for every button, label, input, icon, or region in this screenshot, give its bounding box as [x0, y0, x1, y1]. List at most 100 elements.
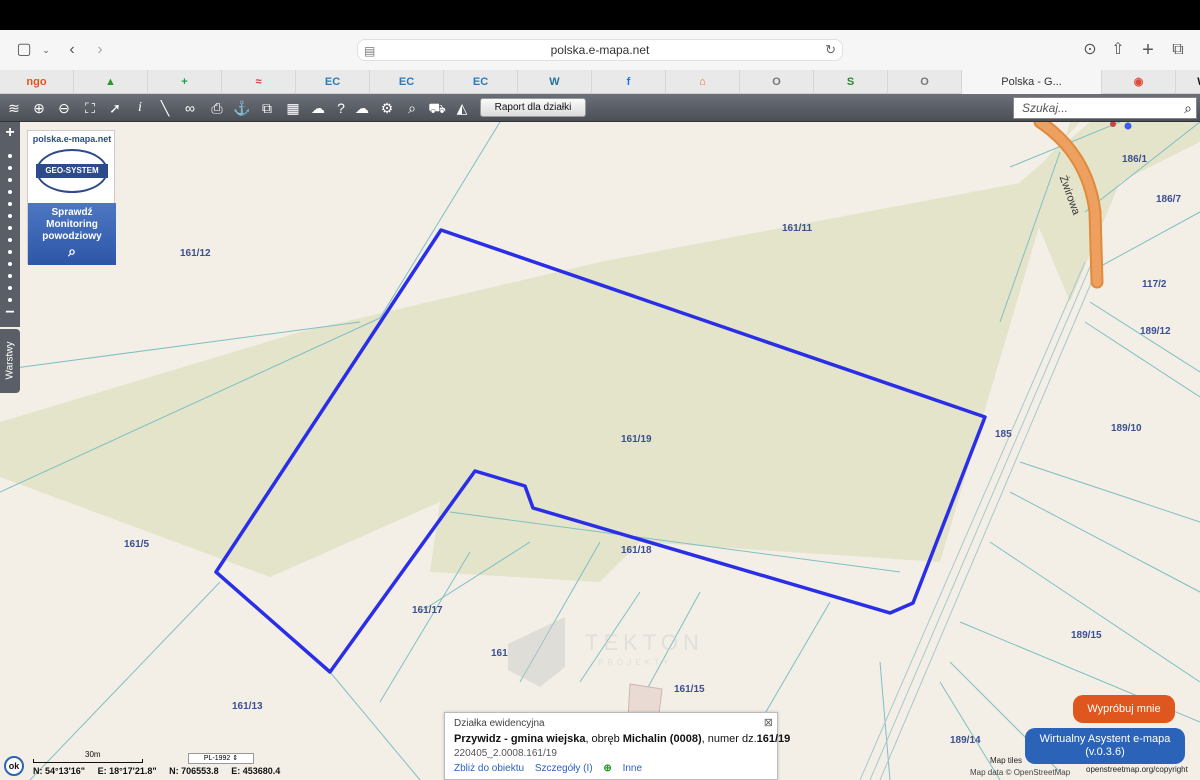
parcel-label[interactable]: 161/11 [782, 223, 812, 234]
measure-icon[interactable]: ╲ [155, 98, 175, 118]
pointer-icon[interactable]: ➚ [105, 98, 125, 118]
parcel-label[interactable]: 161/18 [621, 545, 652, 556]
anchor-icon[interactable]: ⚓ [232, 98, 252, 118]
zoom-slider[interactable]: + − [0, 122, 20, 327]
tab-2[interactable]: + [148, 70, 222, 94]
virtual-assistant-button[interactable]: Wirtualny Asystent e-mapa (v.0.3.6) [1025, 728, 1185, 764]
map-canvas[interactable]: Żwirowa TEKTON PROJEKTY 161/12 161/11 18… [0, 122, 1200, 780]
tab-10[interactable]: O [740, 70, 814, 94]
tab-7[interactable]: W [518, 70, 592, 94]
back-icon[interactable]: ‹ [62, 40, 82, 60]
other-link[interactable]: Inne [623, 763, 642, 774]
layers-panel-toggle[interactable]: Warstwy [0, 329, 20, 393]
osm-copyright-link[interactable]: openstreetmap.org/copyright [1086, 765, 1188, 774]
close-icon[interactable]: ⊠ [764, 716, 773, 729]
tab-11[interactable]: S [814, 70, 888, 94]
parcel-label[interactable]: 161 [491, 648, 508, 659]
layers-icon[interactable]: ≋ [4, 98, 24, 118]
share-icon[interactable]: ⇧ [1108, 40, 1128, 60]
zoom-tick[interactable] [8, 190, 12, 194]
map-svg [0, 122, 1200, 780]
parcel-label[interactable]: 189/14 [950, 735, 981, 746]
parcel-label[interactable]: 186/1 [1122, 154, 1147, 165]
tab-favicon: ≈ [255, 76, 262, 88]
export-icon[interactable]: ⧉ [257, 98, 277, 118]
cloud-upload-icon[interactable]: ☁ [352, 98, 372, 118]
tab-14[interactable]: ◉ [1102, 70, 1176, 94]
ok-button[interactable]: ok [4, 756, 24, 776]
parcel-label[interactable]: 189/15 [1071, 630, 1102, 641]
help-icon[interactable]: ? [331, 98, 351, 118]
parcel-label[interactable]: 161/19 [621, 434, 652, 445]
new-tab-icon[interactable]: + [1138, 40, 1158, 60]
parcel-label[interactable]: 161/15 [674, 684, 705, 695]
parcel-label[interactable]: 189/10 [1111, 423, 1142, 434]
comment-icon[interactable]: ☁ [308, 98, 328, 118]
tab-5[interactable]: EC [370, 70, 444, 94]
zoom-in-icon[interactable]: ⊕ [29, 98, 49, 118]
zoom-plus-icon[interactable]: + [0, 124, 20, 142]
parcel-label[interactable]: 161/5 [124, 539, 149, 550]
crs-select[interactable]: PL-1992 ⇕ [188, 753, 254, 764]
plus-icon[interactable]: ⊕ [603, 763, 611, 774]
info-icon[interactable]: i [130, 98, 150, 118]
tab-6[interactable]: EC [444, 70, 518, 94]
tab-4[interactable]: EC [296, 70, 370, 94]
tab-0[interactable]: ngo [0, 70, 74, 94]
search-tool-icon[interactable]: ⌕ [402, 98, 422, 118]
tab-13[interactable]: Polska - G... [962, 70, 1102, 94]
tab-3[interactable]: ≈ [222, 70, 296, 94]
url-text: polska.e-mapa.net [550, 43, 650, 57]
tab-1[interactable]: ▲ [74, 70, 148, 94]
zoom-tick[interactable] [8, 178, 12, 182]
zoom-minus-icon[interactable]: − [0, 304, 20, 322]
zoom-tick[interactable] [8, 166, 12, 170]
zoom-tick[interactable] [8, 226, 12, 230]
zoom-tick[interactable] [8, 250, 12, 254]
tab-12[interactable]: O [888, 70, 962, 94]
zoom-extent-icon[interactable]: ⛶ [80, 98, 100, 118]
print-icon[interactable]: ⎙ [207, 98, 227, 118]
reload-icon[interactable]: ↻ [825, 40, 836, 60]
zoom-out-icon[interactable]: ⊖ [54, 98, 74, 118]
cart-icon[interactable]: ⛟ [427, 98, 447, 118]
sidebar-toggle-icon[interactable]: ▢ [14, 40, 34, 60]
zoom-tick[interactable] [8, 274, 12, 278]
parcel-label[interactable]: 186/7 [1156, 194, 1181, 205]
zoom-tick[interactable] [8, 202, 12, 206]
parcel-label[interactable]: 161/12 [180, 248, 211, 259]
triangle-icon[interactable]: ◭ [452, 98, 472, 118]
zoom-tick[interactable] [8, 262, 12, 266]
tab-overview-icon[interactable]: ⧉ [1168, 40, 1188, 60]
tab-8[interactable]: f [592, 70, 666, 94]
window-icon[interactable]: ▦ [283, 98, 303, 118]
zoom-tick[interactable] [8, 286, 12, 290]
tab-9[interactable]: ⌂ [666, 70, 740, 94]
parcel-number: 161/19 [756, 733, 791, 745]
zoom-tick[interactable] [8, 154, 12, 158]
settings-icon[interactable]: ⚙ [377, 98, 397, 118]
link-icon[interactable]: ∞ [180, 98, 200, 118]
tab-15[interactable]: W [1176, 70, 1200, 94]
parcel-label[interactable]: 117/2 [1142, 279, 1166, 290]
details-link[interactable]: Szczegóły (I) [535, 763, 593, 774]
search-input[interactable]: Szukaj... ⌕ [1013, 97, 1197, 119]
zoom-tick[interactable] [8, 238, 12, 242]
geo-system-logo[interactable]: polska.e-mapa.net GEO-SYSTEM Sprawdź Mon… [27, 130, 116, 265]
parcel-label[interactable]: 189/12 [1140, 326, 1171, 337]
flood-monitoring-button[interactable]: Sprawdź Monitoring powodziowy ⌕ [28, 203, 116, 265]
chevron-down-icon[interactable]: ⌄ [36, 40, 56, 60]
report-button[interactable]: Raport dla działki [480, 98, 586, 117]
parcel-label[interactable]: 185 [995, 429, 1012, 440]
search-icon[interactable]: ⌕ [1184, 98, 1192, 118]
parcel-label[interactable]: 161/17 [412, 605, 443, 616]
try-me-button[interactable]: Wypróbuj mnie [1073, 695, 1175, 723]
forward-icon[interactable]: › [90, 40, 110, 60]
address-bar[interactable]: ▤ polska.e-mapa.net ↻ [357, 39, 843, 61]
download-icon[interactable]: ⊙ [1080, 40, 1100, 60]
zoom-tick[interactable] [8, 298, 12, 302]
zoom-to-object-link[interactable]: Zbliż do obiektu [454, 763, 524, 774]
search-placeholder: Szukaj... [1022, 101, 1069, 115]
zoom-tick[interactable] [8, 214, 12, 218]
parcel-label[interactable]: 161/13 [232, 701, 263, 712]
